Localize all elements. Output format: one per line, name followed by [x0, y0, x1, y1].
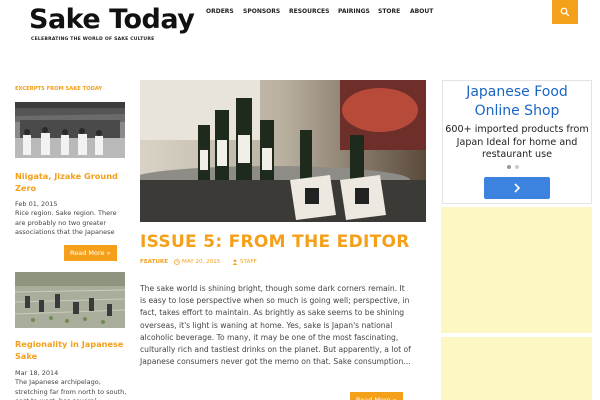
nav-item-orders[interactable]: ORDERS — [206, 8, 234, 15]
post-thumbnail-regionality[interactable] — [15, 272, 125, 328]
article-category[interactable]: FEATURE — [140, 259, 168, 265]
article-body: The sake world is shining bright, though… — [140, 284, 411, 367]
site-tagline: CELEBRATING THE WORLD OF SAKE CULTURE — [31, 37, 155, 42]
nav-item-pairings[interactable]: PAIRINGS — [338, 8, 370, 15]
user-icon — [232, 259, 238, 265]
search-button[interactable] — [552, 0, 578, 24]
ad-placeholder-panel-2 — [441, 337, 592, 400]
post-title-regionality[interactable]: Regionality in Japanese Sake — [15, 338, 130, 362]
featured-image[interactable] — [140, 80, 426, 222]
article-author-text: STAFF — [240, 259, 257, 265]
article-author[interactable]: STAFF — [232, 259, 257, 265]
nav-item-sponsors[interactable]: SPONSORS — [243, 8, 280, 15]
ad-placeholder-panel — [441, 207, 592, 333]
ad-dot[interactable] — [515, 165, 519, 169]
ad-banner[interactable]: Japanese Food Online Shop 600+ imported … — [442, 80, 592, 204]
ad-next-button[interactable] — [484, 177, 550, 199]
chevron-right-icon — [514, 183, 521, 193]
search-icon — [560, 7, 570, 17]
post-thumbnail-niigata[interactable] — [15, 102, 125, 158]
clock-icon — [174, 259, 180, 265]
article-date: MAY 20, 2015 — [174, 259, 220, 265]
post-date-niigata: Feb 01, 2015 — [15, 200, 58, 208]
post-excerpt-regionality: The Japanese archipelago, stretching far… — [15, 378, 127, 400]
ad-dot-active[interactable] — [507, 165, 511, 169]
ad-body: 600+ imported products from Japan Ideal … — [445, 124, 589, 160]
nav-item-about[interactable]: ABOUT — [410, 8, 433, 15]
ad-title[interactable]: Japanese Food Online Shop — [443, 83, 591, 121]
read-more-button-main[interactable]: Read More » — [350, 392, 403, 400]
post-title-niigata[interactable]: Niigata, Jizake Ground Zero — [15, 170, 130, 194]
site-logo-title[interactable]: Sake Today — [29, 4, 195, 35]
article-date-text: MAY 20, 2015 — [182, 259, 221, 265]
nav-item-store[interactable]: STORE — [378, 8, 400, 15]
post-excerpt-niigata: Rice region. Sake region. There are prob… — [15, 209, 117, 236]
read-more-button-niigata[interactable]: Read More » — [64, 245, 117, 261]
post-date-regionality: Mar 18, 2014 — [15, 369, 59, 377]
article-title[interactable]: ISSUE 5: FROM THE EDITOR — [140, 232, 410, 252]
nav-item-resources[interactable]: RESOURCES — [289, 8, 329, 15]
sidebar-heading: EXCERPTS FROM SAKE TODAY — [15, 86, 103, 92]
ad-pager-dots — [507, 165, 519, 169]
